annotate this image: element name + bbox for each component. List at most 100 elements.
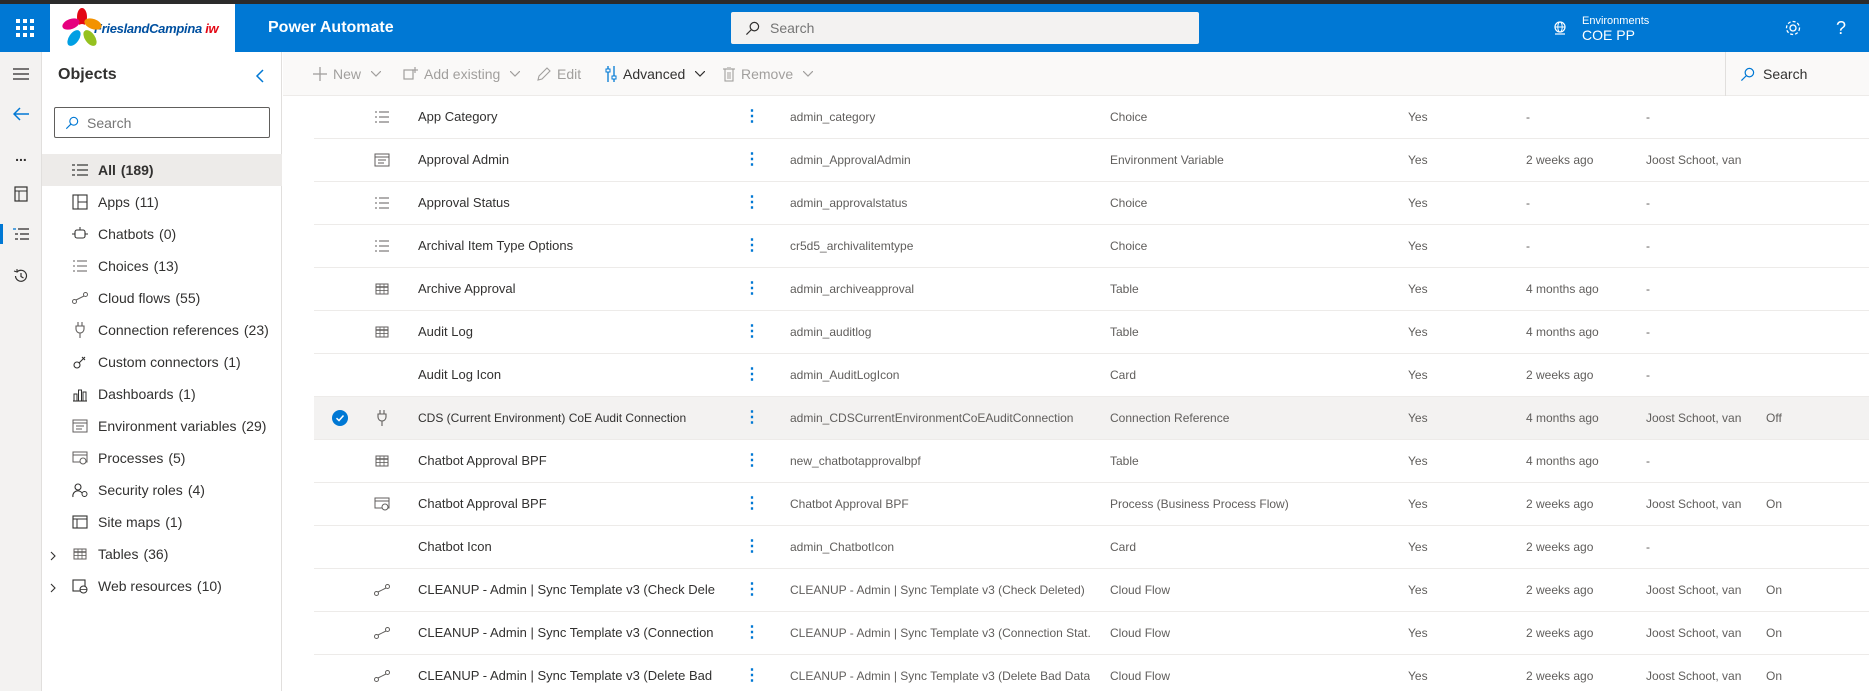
row-checkbox[interactable] [330,311,350,353]
table-row[interactable]: Archival Item Type Options ⋮ cr5d5_archiva… [314,225,1869,268]
row-more-options-button[interactable]: ⋮ [742,483,762,525]
table-row[interactable]: Approval Status ⋮ admin_approvalstatus Choi… [314,182,1869,225]
objects-nav-item-connection-references[interactable]: Connection references (23) [42,314,282,346]
row-display-name[interactable]: CLEANUP - Admin | Sync Template v3 (Conn… [418,612,730,654]
app-launcher-button[interactable] [0,4,50,52]
objects-nav-item-processes[interactable]: Processes (5) [42,442,282,474]
table-row[interactable]: CLEANUP - Admin | Sync Template v3 (Conn… [314,612,1869,655]
objects-search-input[interactable] [87,114,257,131]
row-checkbox[interactable] [330,483,350,525]
objects-nav-item-tables[interactable]: Tables (36) [42,538,282,570]
global-search-input[interactable] [770,20,1170,36]
row-more-options-button[interactable]: ⋮ [742,397,762,439]
edit-button[interactable]: Edit [537,52,581,96]
environment-picker[interactable]: Environments COE PP [1552,8,1649,48]
row-status [1766,526,1806,568]
history-button[interactable] [0,258,42,294]
table-row[interactable]: Chatbot Approval BPF ⋮ Chatbot Approval BP… [314,483,1869,526]
help-button[interactable]: ? [1817,4,1865,52]
objects-nav-item-all[interactable]: All (189) [42,154,282,186]
table-row[interactable]: App Category ⋮ admin_category Choice Yes - - [314,96,1869,139]
row-checkbox[interactable] [330,397,350,439]
row-more-options-button[interactable]: ⋮ [742,139,762,181]
objects-nav-item-custom-connectors[interactable]: Custom connectors (1) [42,346,282,378]
add-existing-button[interactable]: Add existing [403,52,526,96]
row-display-name[interactable]: Chatbot Approval BPF [418,483,730,525]
row-checkbox[interactable] [330,655,350,691]
objects-nav-item-site-maps[interactable]: Site maps (1) [42,506,282,538]
objects-nav-item-cloud-flows[interactable]: Cloud flows (55) [42,282,282,314]
chevron-right-icon[interactable] [50,548,56,564]
row-more-options-button[interactable]: ⋮ [742,311,762,353]
objects-nav-item-security-roles[interactable]: Security roles (4) [42,474,282,506]
table-row[interactable]: CLEANUP - Admin | Sync Template v3 (Chec… [314,569,1869,612]
row-display-name[interactable]: Archival Item Type Options [418,225,730,267]
row-display-name[interactable]: CLEANUP - Admin | Sync Template v3 (Dele… [418,655,730,691]
grid-search-button[interactable]: Search [1725,52,1869,96]
row-more-options-button[interactable]: ⋮ [742,526,762,568]
row-more-options-button[interactable]: ⋮ [742,655,762,691]
row-status [1766,182,1806,224]
row-more-options-button[interactable]: ⋮ [742,268,762,310]
row-display-name[interactable]: Chatbot Approval BPF [418,440,730,482]
table-row[interactable]: Archive Approval ⋮ admin_archiveapproval Ta… [314,268,1869,311]
row-checkbox[interactable] [330,354,350,396]
advanced-button[interactable]: Advanced [605,52,711,96]
row-checkbox[interactable] [330,440,350,482]
table-row[interactable]: Approval Admin ⋮ admin_ApprovalAdmin Enviro… [314,139,1869,182]
row-owner: Joost Schoot, van [1646,669,1742,683]
row-more-options-button[interactable]: ⋮ [742,440,762,482]
row-checkbox[interactable] [330,612,350,654]
table-row[interactable]: Chatbot Approval BPF ⋮ new_chatbotapproval… [314,440,1869,483]
remove-button[interactable]: Remove [723,52,819,96]
objects-nav-item-chatbots[interactable]: Chatbots (0) [42,218,282,250]
objects-nav-item-choices[interactable]: Choices (13) [42,250,282,282]
table-row[interactable]: Audit Log Icon ⋮ admin_AuditLogIcon Card Yes… [314,354,1869,397]
more-button[interactable]: ... [0,138,42,174]
objects-nav-item-web-resources[interactable]: Web resources (10) [42,570,282,602]
row-more-options-button[interactable]: ⋮ [742,96,762,138]
row-checkbox[interactable] [330,569,350,611]
table-row[interactable]: Chatbot Icon ⋮ admin_ChatbotIcon Card Yes 2 w… [314,526,1869,569]
row-display-name[interactable]: Archive Approval [418,268,730,310]
new-button[interactable]: New [313,52,387,96]
row-checkbox[interactable] [330,268,350,310]
objects-list-icon [13,228,29,240]
objects-nav-item-dashboards[interactable]: Dashboards (1) [42,378,282,410]
row-more-options-button[interactable]: ⋮ [742,225,762,267]
row-display-name[interactable]: App Category [418,96,730,138]
table-row[interactable]: CLEANUP - Admin | Sync Template v3 (Dele… [314,655,1869,691]
gear-icon [1785,20,1801,36]
row-more-options-button[interactable]: ⋮ [742,354,762,396]
table-icon [370,440,394,482]
row-display-name[interactable]: Approval Status [418,182,730,224]
table-row[interactable]: CDS (Current Environment) CoE Audit Conn… [314,397,1869,440]
row-display-name[interactable]: Audit Log [418,311,730,353]
row-display-name[interactable]: CLEANUP - Admin | Sync Template v3 (Chec… [418,569,730,611]
row-more-options-button[interactable]: ⋮ [742,612,762,654]
settings-button[interactable] [1769,4,1817,52]
table-row[interactable]: Audit Log ⋮ admin_auditlog Table Yes 4 months… [314,311,1869,354]
objects-nav-button[interactable] [0,216,42,252]
row-checkbox[interactable] [330,225,350,267]
back-button[interactable] [0,96,42,132]
global-search-box[interactable] [731,12,1199,44]
row-checkbox[interactable] [330,96,350,138]
row-display-name[interactable]: Audit Log Icon [418,354,730,396]
row-checkbox[interactable] [330,526,350,568]
objects-search-box[interactable] [54,107,270,138]
hamburger-menu-button[interactable] [0,56,42,92]
collapse-pane-button[interactable] [246,62,274,90]
objects-nav-item-environment-variables[interactable]: Environment variables (29) [42,410,282,442]
objects-nav-item-apps[interactable]: Apps (11) [42,186,282,218]
row-more-options-button[interactable]: ⋮ [742,569,762,611]
chevron-right-icon[interactable] [50,580,56,596]
row-display-name[interactable]: Chatbot Icon [418,526,730,568]
row-more-options-button[interactable]: ⋮ [742,182,762,224]
row-checkbox[interactable] [330,139,350,181]
row-display-name[interactable]: Approval Admin [418,139,730,181]
row-checkbox[interactable] [330,182,350,224]
row-display-name[interactable]: CDS (Current Environment) CoE Audit Conn… [418,397,730,439]
overview-button[interactable] [0,176,42,212]
row-status [1766,225,1806,267]
